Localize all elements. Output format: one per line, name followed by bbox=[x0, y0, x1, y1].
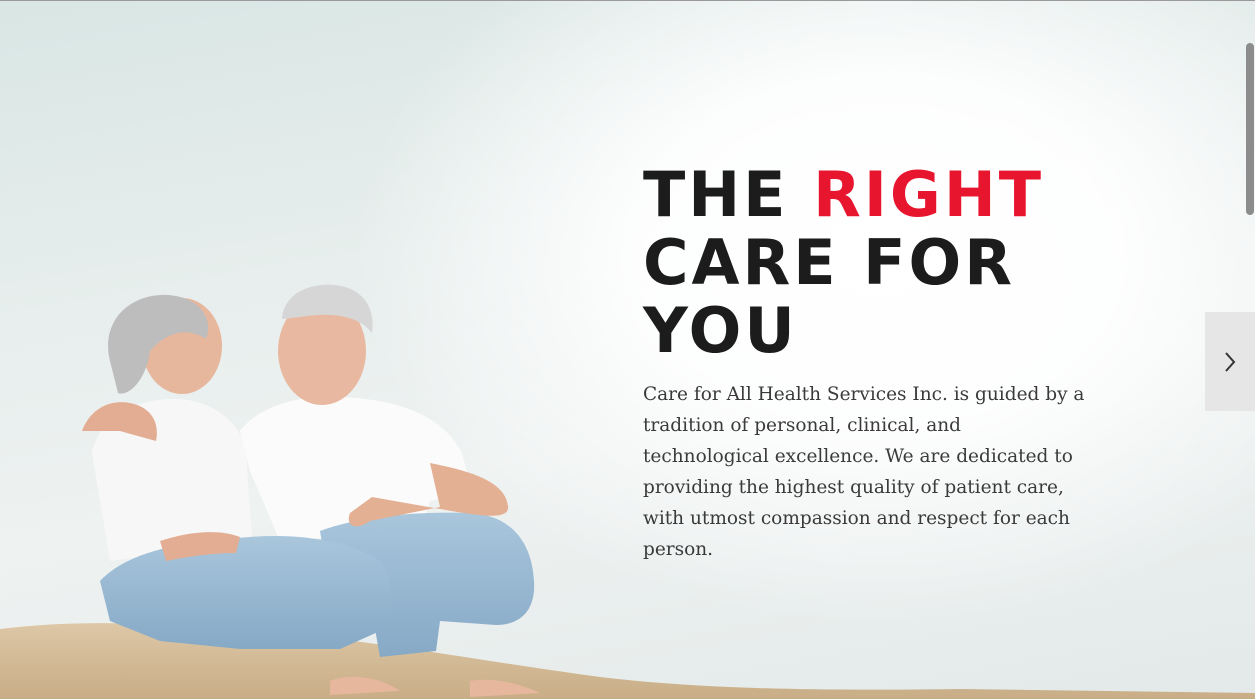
headline-line-3: YOU bbox=[643, 294, 798, 367]
hero-headline: THE RIGHT CARE FOR YOU bbox=[643, 161, 1044, 365]
headline-accent-word: RIGHT bbox=[813, 158, 1045, 231]
hero-section: THE RIGHT CARE FOR YOU Care for All Heal… bbox=[0, 0, 1255, 699]
headline-the: THE bbox=[643, 158, 814, 231]
headline-line-2: CARE FOR bbox=[643, 226, 1015, 299]
scrollbar-thumb[interactable] bbox=[1246, 43, 1254, 215]
hero-photo bbox=[0, 284, 1255, 699]
scrollbar[interactable] bbox=[1245, 1, 1255, 699]
chevron-right-icon bbox=[1225, 351, 1236, 372]
headline-line-1: THE RIGHT bbox=[643, 161, 1044, 229]
hero-description: Care for All Health Services Inc. is gui… bbox=[643, 384, 1085, 560]
